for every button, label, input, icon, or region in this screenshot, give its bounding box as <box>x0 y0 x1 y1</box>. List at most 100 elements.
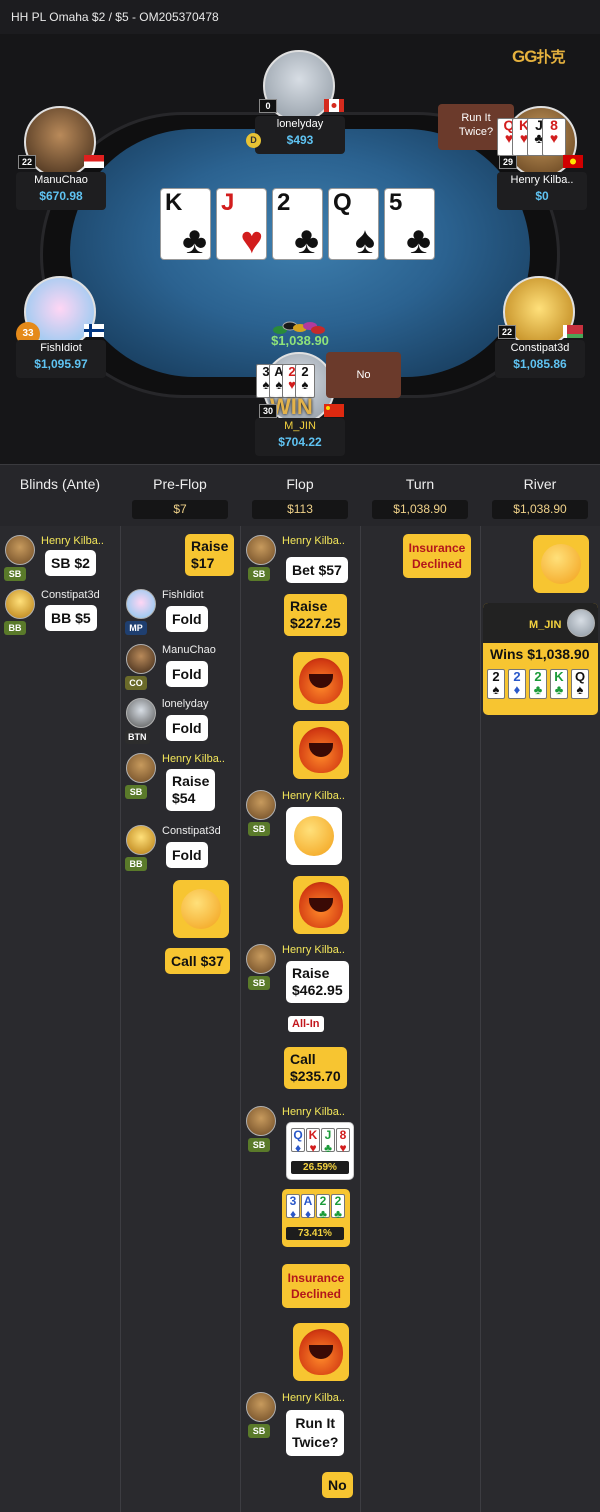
action-bubble: Raise $462.95 <box>286 961 349 1003</box>
run-it-twice-no: No <box>326 352 401 398</box>
position-badge: SB <box>248 822 270 836</box>
player-avatar <box>246 790 276 820</box>
action-bubble: Fold <box>166 606 208 632</box>
action-bubble: Bet $57 <box>286 557 348 583</box>
poker-table: GG扑克 K ♣ J ♥ 2 ♣ Q ♠ 5 ♣ $1,038.90 0 lonelyday $4… <box>0 34 600 464</box>
player-avatar <box>246 944 276 974</box>
player-name: Henry Kilba.. <box>282 944 345 956</box>
action-bubble: Raise $227.25 <box>284 594 347 636</box>
action-bubble: No <box>322 1472 353 1498</box>
player-avatar <box>126 644 156 674</box>
position-badge: SB <box>4 567 26 581</box>
dealer-button-icon: D <box>246 133 261 148</box>
henry-level: 29 <box>499 155 517 169</box>
player-name: Henry Kilba.. <box>282 1392 345 1404</box>
seat-manuchao[interactable]: ManuChao $670.98 <box>16 172 106 210</box>
street-blinds[interactable]: Blinds (Ante) <box>0 465 120 527</box>
player-name: Henry Kilba.. <box>282 535 345 547</box>
column-blinds: SB Henry Kilba.. SB $2 BB Constipat3d BB… <box>0 526 121 1512</box>
insurance-declined-badge: Insurance Declined <box>403 534 471 578</box>
pot-amount: $1,038.90 <box>271 333 329 348</box>
column-flop: SB Henry Kilba.. Bet $57 Raise $227.25 S… <box>241 526 361 1512</box>
hole-card: 2 ♣ <box>529 669 547 699</box>
insurance-declined-badge: Insurance Declined <box>282 1264 350 1308</box>
mjin-shown-cards: 3 ♦ A ♦ 2 ♣ 2 ♣ <box>286 1194 346 1222</box>
player-name: FishIdiot <box>162 589 204 601</box>
macedonia-flag-icon <box>563 155 583 168</box>
mjin-equity-box: 3 ♦ A ♦ 2 ♣ 2 ♣ 73.41% <box>282 1189 350 1247</box>
player-name: lonelyday <box>162 698 209 710</box>
belarus-flag-icon <box>563 325 583 338</box>
seat-stack: $1,085.86 <box>513 357 567 371</box>
winner-header: M_JIN <box>483 603 598 643</box>
player-name: Henry Kilba.. <box>41 535 104 547</box>
street-turn[interactable]: Turn $1,038.90 <box>360 465 480 527</box>
position-badge: SB <box>248 567 270 581</box>
position-badge: SB <box>248 1424 270 1438</box>
board-card: J ♥ <box>216 188 267 261</box>
finland-flag-icon <box>84 324 104 337</box>
player-name: Henry Kilba.. <box>162 753 225 765</box>
player-avatar <box>246 535 276 565</box>
position-badge: MP <box>125 621 147 635</box>
seat-stack: $0 <box>535 189 549 203</box>
seat-name: ManuChao <box>34 174 88 186</box>
indonesia-flag-icon <box>84 155 104 168</box>
action-bubble: Fold <box>166 715 208 741</box>
seat-mjin[interactable]: M_JIN $704.22 <box>255 418 345 456</box>
hole-card: 2 ♣ <box>331 1194 345 1221</box>
player-name: ManuChao <box>162 644 216 656</box>
player-avatar <box>126 698 156 728</box>
action-bubble: Raise $17 <box>185 534 235 576</box>
position-badge: SB <box>248 976 270 990</box>
board-card: 2 ♣ <box>272 188 323 261</box>
hole-card: 8 ♥ <box>542 118 566 156</box>
board-cards: K ♣ J ♥ 2 ♣ Q ♠ 5 ♣ <box>160 188 435 261</box>
winner-amount: Wins $1,038.90 <box>490 646 590 662</box>
seat-constipat3d[interactable]: Constipat3d $1,085.86 <box>495 340 585 378</box>
column-preflop: Raise $17 MP FishIdiot Fold CO ManuChao … <box>121 526 241 1512</box>
hole-card: Q ♠ <box>571 669 589 699</box>
hole-card: K ♥ <box>306 1128 320 1155</box>
smirk-emoji-icon <box>173 880 229 938</box>
player-name: Henry Kilba.. <box>282 790 345 802</box>
equity-percent: 73.41% <box>286 1227 344 1240</box>
action-bubble: SB $2 <box>45 550 96 576</box>
street-river[interactable]: River $1,038.90 <box>480 465 600 527</box>
position-badge: BB <box>125 857 147 871</box>
winner-box: M_JIN Wins $1,038.90 2 ♠ 2 ♦ 2 ♣ K ♣ Q ♠ <box>483 603 598 715</box>
seat-name: M_JIN <box>284 420 316 432</box>
gg-logo: GG扑克 <box>512 47 565 66</box>
seat-name: Henry Kilba.. <box>510 174 574 186</box>
action-bubble: Raise $54 <box>166 769 216 811</box>
title-bar: HH PL Omaha $2 / $5 - OM205370478 <box>0 0 600 34</box>
player-avatar <box>246 1392 276 1422</box>
position-badge: BB <box>4 621 26 635</box>
angry-fire-emoji-icon <box>293 721 349 779</box>
china-flag-icon <box>324 404 344 417</box>
seat-name: lonelyday <box>276 118 324 130</box>
player-avatar <box>5 589 35 619</box>
smirk-emoji-icon <box>286 807 342 865</box>
seat-stack: $670.98 <box>39 189 83 203</box>
seat-name: FishIdiot <box>40 342 82 354</box>
player-name: Constipat3d <box>162 825 221 837</box>
seat-henry[interactable]: Henry Kilba.. $0 <box>497 172 587 210</box>
winning-hand-cards: 2 ♠ 2 ♦ 2 ♣ K ♣ Q ♠ <box>487 669 595 705</box>
position-badge: CO <box>125 676 147 690</box>
street-flop[interactable]: Flop $113 <box>240 465 360 527</box>
action-bubble: Fold <box>166 661 208 687</box>
angry-fire-emoji-icon <box>293 876 349 934</box>
hand-title: HH PL Omaha $2 / $5 - OM205370478 <box>11 10 219 24</box>
hole-card: A ♦ <box>301 1194 315 1221</box>
street-preflop[interactable]: Pre-Flop $7 <box>120 465 240 527</box>
angry-fire-emoji-icon <box>293 1323 349 1381</box>
seat-stack: $704.22 <box>278 435 322 449</box>
street-header: Blinds (Ante) Pre-Flop $7 Flop $113 Turn… <box>0 464 600 526</box>
hole-card: 8 ♥ <box>336 1128 350 1155</box>
action-bubble: BB $5 <box>45 605 97 631</box>
thinking-emoji-icon <box>533 535 589 593</box>
seat-lonelyday[interactable]: lonelyday $493 <box>255 116 345 154</box>
seat-fishidiot[interactable]: FishIdiot $1,095.97 <box>16 340 106 378</box>
hole-card: 2 ♠ <box>487 669 505 699</box>
